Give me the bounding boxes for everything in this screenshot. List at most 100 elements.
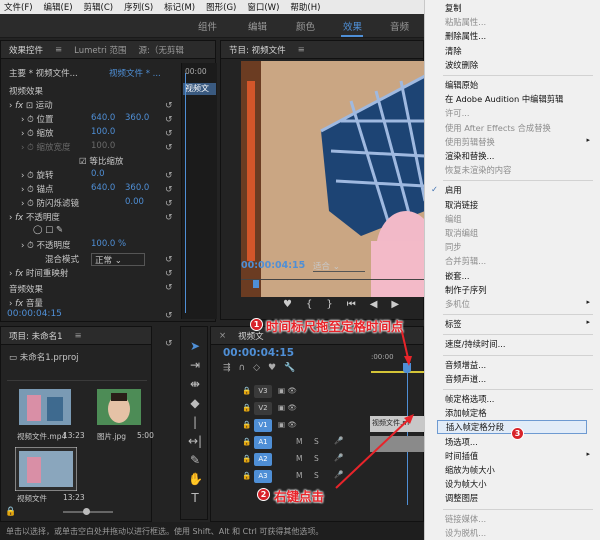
workspace-tab[interactable]: 颜色 <box>296 19 315 33</box>
context-menu-item[interactable]: 音频增益... <box>445 359 486 371</box>
lock-icon[interactable]: 🔒 <box>242 386 251 395</box>
mute-button[interactable]: M <box>296 454 302 463</box>
tab-source[interactable]: 源:（无剪辑 <box>139 44 184 56</box>
zoom-slider[interactable] <box>63 508 113 515</box>
program-playhead[interactable] <box>253 280 259 288</box>
workspace-tab[interactable]: 组件 <box>198 19 217 33</box>
track-label[interactable]: V1 <box>254 419 272 432</box>
workspace-tab[interactable]: 音频 <box>390 19 409 33</box>
ec-timecode[interactable]: 00:00:04:15 <box>7 309 62 319</box>
film-icon[interactable]: ▣ 👁 <box>278 403 297 412</box>
fit-select[interactable]: 适合 ⌄ <box>313 260 365 272</box>
context-menu-item[interactable]: 调整图层 <box>445 492 478 504</box>
context-menu-item[interactable]: 在 Adobe Audition 中编辑剪辑 <box>445 93 563 105</box>
tab-effect-controls[interactable]: 效果控件 <box>9 44 43 56</box>
bin-thumb-sequence[interactable] <box>15 447 77 491</box>
lock-icon[interactable]: 🔒 <box>242 420 251 429</box>
lock-icon[interactable]: 🔒 <box>5 507 16 517</box>
menu-4[interactable]: 标记(M) <box>164 1 195 13</box>
project-title[interactable]: 项目: 未命名1 <box>9 330 62 342</box>
tool-icons[interactable]: ➤ ⇥ ⇼ ◆ |↔| ✎ ✋ T <box>188 337 203 508</box>
lock-icon[interactable]: 🔒 <box>242 471 251 480</box>
track-label[interactable]: V3 <box>254 385 272 398</box>
timeline-tab[interactable]: 视频文 <box>238 330 264 342</box>
position-y-value[interactable]: 360.0 <box>125 113 149 126</box>
lock-icon[interactable]: 🔒 <box>242 454 251 463</box>
context-menu-item[interactable]: 制作子序列 <box>445 284 487 296</box>
motion-row[interactable]: › fx ⊡ 运动 <box>9 99 53 112</box>
track-label[interactable]: A1 <box>254 436 272 449</box>
context-menu-item[interactable]: 场选项... <box>445 436 478 448</box>
time-remap-row[interactable]: › fx 时间重映射 <box>9 267 68 280</box>
menu-6[interactable]: 窗口(W) <box>247 1 279 13</box>
context-menu-item[interactable]: 速度/持续时间... <box>445 338 506 350</box>
scale-value[interactable]: 100.0 <box>91 127 115 140</box>
chevron-down-icon[interactable]: › <box>9 101 12 111</box>
context-menu-item[interactable]: 复制 <box>445 2 462 14</box>
solo-button[interactable]: S <box>314 471 319 480</box>
context-menu-item[interactable]: 启用 <box>445 184 462 196</box>
antiflicker-value[interactable]: 0.00 <box>125 197 144 210</box>
uniform-scale-row[interactable]: ☑ 等比缩放 <box>79 155 123 168</box>
context-menu-item[interactable]: 缩放为帧大小 <box>445 464 495 476</box>
mask-tools[interactable]: ◯ □ ✎ <box>33 225 63 238</box>
antiflicker-row[interactable]: › ⏱ 防闪烁滤镜 <box>21 197 79 210</box>
panel-menu-icon[interactable]: ≡ <box>74 331 81 341</box>
solo-button[interactable]: S <box>314 454 319 463</box>
context-menu-item[interactable]: 标签 <box>445 318 462 330</box>
menu-0[interactable]: 文件(F) <box>4 1 33 13</box>
reset-icons[interactable]: ↺ ↺ ↺ ↺ ↺ ↺ ↺ ↺ ↺ ↺ ↺ ↺ ↺ <box>165 99 177 349</box>
workspace-tab-active[interactable]: 效果 <box>343 19 362 33</box>
timeline-tool-icons[interactable]: ⇶∩◇♥🔧 <box>223 363 303 373</box>
context-menu-item[interactable]: 删除属性... <box>445 30 486 42</box>
menu-1[interactable]: 编辑(E) <box>44 1 73 13</box>
anchor-x-value[interactable]: 640.0 <box>91 183 115 196</box>
track-label[interactable]: V2 <box>254 402 272 415</box>
mini-playhead[interactable] <box>185 73 186 313</box>
scale-row[interactable]: › ⏱ 缩放 <box>21 127 53 140</box>
menu-3[interactable]: 序列(S) <box>124 1 153 13</box>
anchor-y-value[interactable]: 360.0 <box>125 183 149 196</box>
context-menu-item[interactable]: 音频声道... <box>445 373 486 385</box>
transport-controls[interactable]: ♥{}⏮◀▶ <box>283 299 413 310</box>
opacity-header-row[interactable]: › fx 不透明度 <box>9 211 60 224</box>
film-icon[interactable]: ▣ 👁 <box>278 386 297 395</box>
tab-lumetri[interactable]: Lumetri 范围 <box>74 44 126 56</box>
panel-menu-icon[interactable]: ≡ <box>298 45 305 55</box>
blend-mode-select[interactable]: 正常 ⌄ <box>91 253 145 266</box>
solo-button[interactable]: S <box>314 437 319 446</box>
context-menu-item[interactable]: 清除 <box>445 45 462 57</box>
bin-thumb-video[interactable] <box>19 389 71 425</box>
sequence-clip[interactable]: 视频文件 * ... <box>109 67 161 80</box>
workspace-tab[interactable]: 编辑 <box>248 19 267 33</box>
timeline-timecode[interactable]: 00:00:04:15 <box>223 347 294 359</box>
close-icon[interactable]: × <box>219 331 226 341</box>
context-menu-item[interactable]: 嵌套... <box>445 270 470 282</box>
anchor-row[interactable]: › ⏱ 锚点 <box>21 183 53 196</box>
mute-button[interactable]: M <box>296 437 302 446</box>
bin-thumb-image[interactable] <box>97 389 141 425</box>
checkbox-checked-icon[interactable]: ☑ <box>79 157 87 167</box>
context-menu-item[interactable]: 添加帧定格 <box>445 407 487 419</box>
rotation-row[interactable]: › ⏱ 旋转 <box>21 169 53 182</box>
program-timecode[interactable]: 00:00:04:15 <box>241 260 305 271</box>
rotation-value[interactable]: 0.0 <box>91 169 105 182</box>
program-time-ruler[interactable] <box>241 279 425 289</box>
stopwatch-icon[interactable]: ⏱ <box>27 115 34 125</box>
program-title[interactable]: 节目: 视频文件 <box>229 44 286 56</box>
menu-7[interactable]: 帮助(H) <box>290 1 320 13</box>
context-menu-item[interactable]: 取消链接 <box>445 199 478 211</box>
context-menu-item[interactable]: 渲染和替换... <box>445 150 494 162</box>
master-clip[interactable]: 主要 * 视频文件... <box>9 67 78 80</box>
lock-icon[interactable]: 🔒 <box>242 403 251 412</box>
context-menu-item[interactable]: 编辑原始 <box>445 79 478 91</box>
position-row[interactable]: › ⏱ 位置 <box>21 113 53 126</box>
menu-5[interactable]: 图形(G) <box>206 1 236 13</box>
context-menu-item[interactable]: 设为帧大小 <box>445 478 487 490</box>
mute-button[interactable]: M <box>296 471 302 480</box>
track-label[interactable]: A3 <box>254 470 272 483</box>
film-icon[interactable]: ▣ 👁 <box>278 420 297 429</box>
project-search[interactable] <box>7 371 147 381</box>
track-label[interactable]: A2 <box>254 453 272 466</box>
position-x-value[interactable]: 640.0 <box>91 113 115 126</box>
